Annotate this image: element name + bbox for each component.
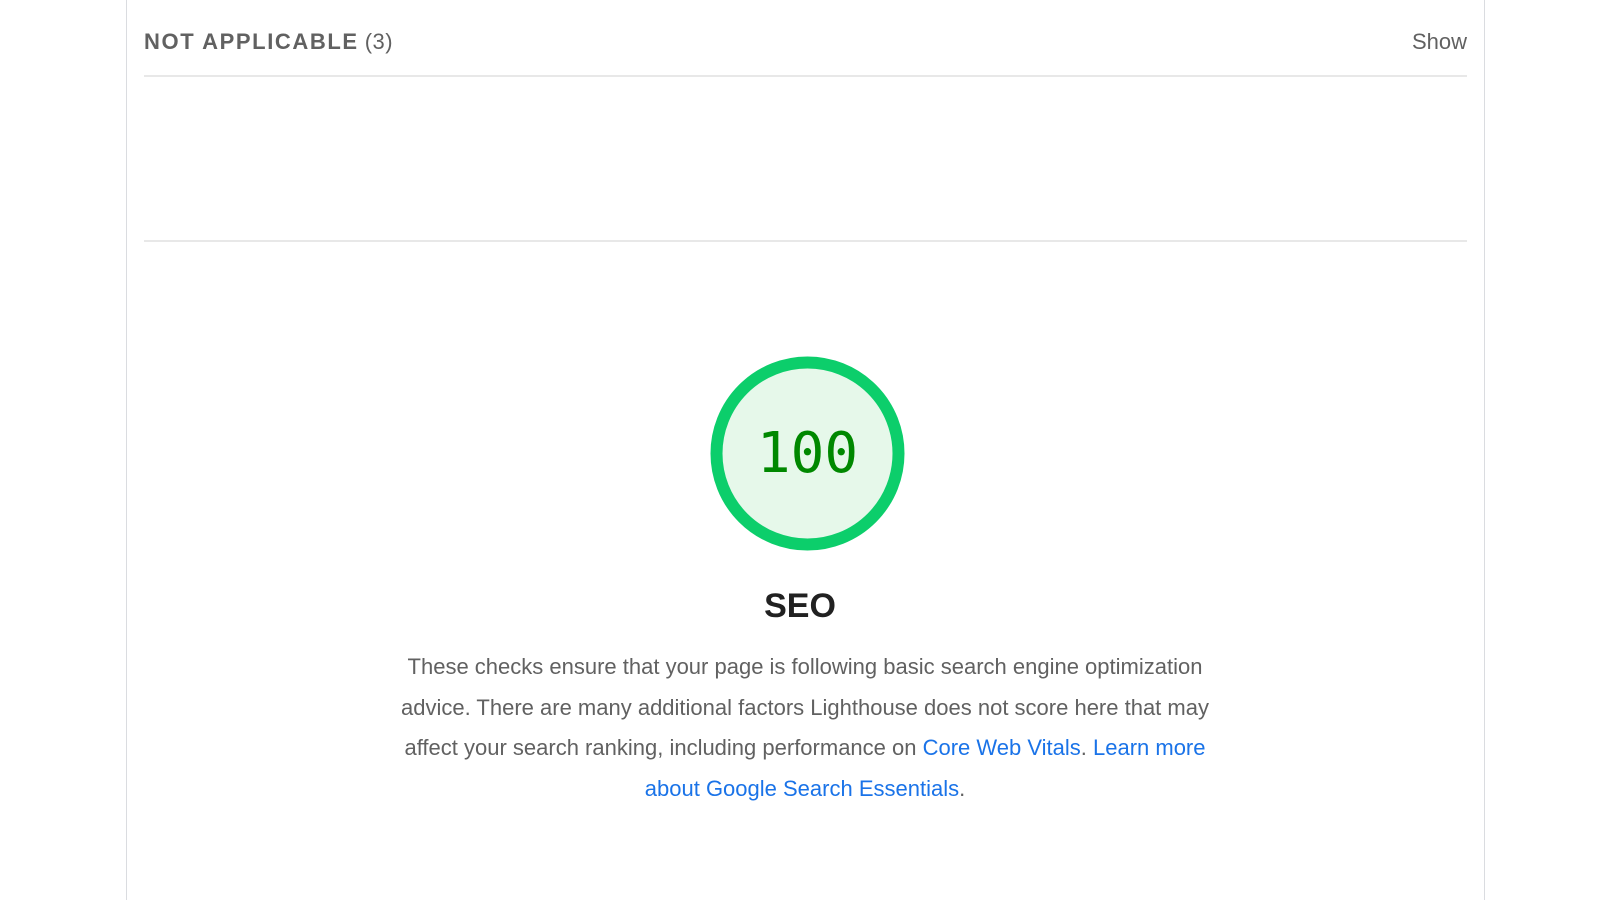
not-applicable-title: NOT APPLICABLE (3) [144, 28, 393, 56]
category-title: SEO [764, 587, 836, 625]
link-separator: . [1080, 735, 1093, 760]
show-toggle-button[interactable]: Show [1412, 28, 1467, 56]
not-applicable-count: (3) [364, 29, 394, 54]
category-description: These checks ensure that your page is fo… [395, 647, 1215, 809]
not-applicable-group-header: NOT APPLICABLE (3) Show [144, 0, 1467, 77]
category-divider [144, 240, 1467, 242]
seo-score-value: 100 [756, 421, 859, 486]
not-applicable-label: NOT APPLICABLE [144, 29, 359, 54]
seo-score-gauge[interactable]: 100 [710, 356, 905, 551]
description-trailing: . [959, 775, 966, 801]
core-web-vitals-link[interactable]: Core Web Vitals [923, 735, 1081, 760]
